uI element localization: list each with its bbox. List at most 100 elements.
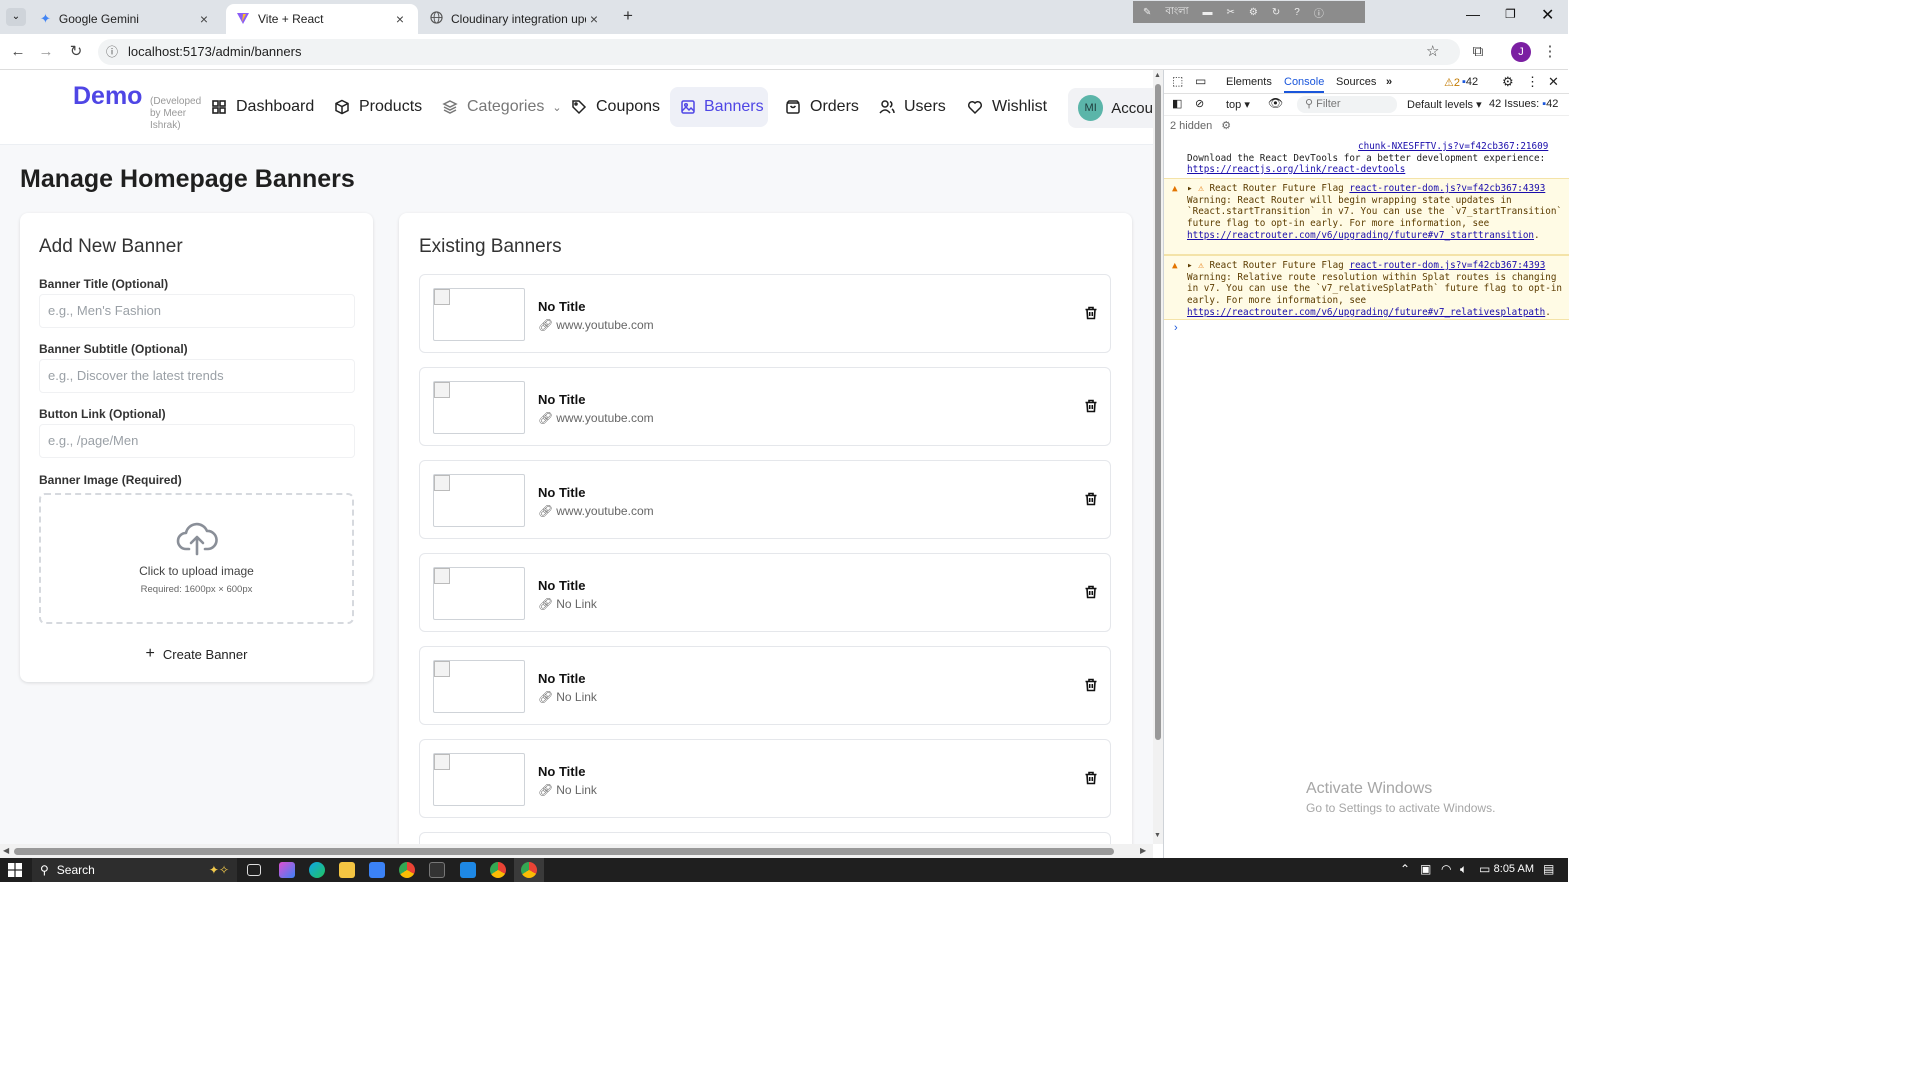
tab-search-button[interactable]: ⌄ — [6, 8, 26, 26]
clear-console-icon[interactable]: ⊘ — [1195, 97, 1204, 110]
restore-button[interactable]: ❐ — [1505, 7, 1516, 21]
close-icon[interactable]: ✕ — [1548, 74, 1559, 90]
chrome-icon[interactable] — [399, 862, 415, 878]
bookmark-star-icon[interactable]: ☆ — [1426, 39, 1439, 65]
close-icon[interactable]: × — [392, 11, 408, 27]
nav-banners[interactable]: Banners — [670, 87, 768, 127]
image-upload-dropzone[interactable]: Click to upload image Required: 1600px ×… — [39, 493, 354, 624]
edge-icon[interactable] — [309, 862, 325, 878]
minimize-button[interactable]: — — [1466, 6, 1480, 22]
vertical-scroll-thumb[interactable] — [1155, 84, 1161, 740]
language-label[interactable]: বাংলা — [1165, 4, 1188, 21]
sidebar-toggle-icon[interactable]: ◧ — [1172, 97, 1182, 110]
close-icon[interactable]: × — [586, 11, 602, 27]
trash-icon[interactable] — [1084, 492, 1100, 508]
trash-icon[interactable] — [1084, 585, 1100, 601]
device-toggle-icon[interactable]: ▭ — [1195, 74, 1206, 88]
source-link[interactable]: chunk-NXESFFTV.js?v=f42cb367:21609 — [1358, 141, 1548, 152]
context-select[interactable]: top ▾ — [1226, 98, 1250, 111]
task-view-icon[interactable] — [247, 864, 261, 876]
scroll-left-arrow[interactable]: ◀ — [3, 846, 9, 855]
console-warning[interactable]: ▲ ▸ ⚠ React Router Future Flag react-rou… — [1164, 255, 1569, 320]
windows-start-icon[interactable] — [8, 863, 22, 877]
nav-coupons[interactable]: Coupons — [560, 87, 670, 127]
new-tab-button[interactable]: + — [618, 6, 638, 26]
info-icon[interactable]: ⓘ — [1314, 5, 1324, 20]
vscode-icon[interactable] — [460, 862, 476, 878]
clock-time[interactable]: 8:05 AM — [1482, 863, 1534, 875]
tool-icon[interactable]: ✂ — [1227, 7, 1235, 18]
forward-button[interactable]: → — [36, 42, 56, 62]
nav-products[interactable]: Products — [323, 87, 432, 127]
expand-arrow-icon[interactable]: ▸ — [1187, 260, 1193, 271]
warning-source[interactable]: react-router-dom.js?v=f42cb367:4393 — [1349, 260, 1545, 271]
keyboard-icon[interactable]: ▬ — [1203, 7, 1213, 18]
react-devtools-link[interactable]: https://reactjs.org/link/react-devtools — [1187, 164, 1405, 175]
vertical-scrollbar[interactable]: ▲ ▼ — [1153, 70, 1163, 844]
close-icon[interactable]: × — [196, 11, 212, 27]
nav-users[interactable]: Users — [868, 87, 956, 127]
tab-elements[interactable]: Elements — [1226, 76, 1272, 88]
site-info-icon[interactable]: ⓘ — [106, 39, 118, 65]
nav-dashboard[interactable]: Dashboard — [200, 87, 324, 127]
help-icon[interactable]: ? — [1294, 7, 1300, 18]
tab-google-gemini[interactable]: ✦ Google Gemini × — [30, 4, 222, 34]
nav-categories[interactable]: Categories ⌄ — [431, 87, 572, 127]
profile-avatar[interactable]: J — [1511, 42, 1531, 62]
warning-source[interactable]: react-router-dom.js?v=f42cb367:4393 — [1349, 183, 1545, 194]
brand-logo[interactable]: Demo — [73, 82, 142, 111]
nav-orders[interactable]: Orders — [774, 87, 869, 127]
console-warning[interactable]: ▲ ▸ ⚠ React Router Future Flag react-rou… — [1164, 178, 1569, 255]
warning-url[interactable]: https://reactrouter.com/v6/upgrading/fut… — [1187, 230, 1534, 241]
active-app-highlight[interactable] — [514, 858, 544, 882]
scroll-down-arrow[interactable]: ▼ — [1154, 832, 1161, 839]
volume-icon[interactable]: 🔈︎ — [1460, 862, 1467, 877]
trash-icon[interactable] — [1084, 399, 1100, 415]
chrome-icon[interactable] — [490, 862, 506, 878]
account-menu[interactable]: MI Accou — [1068, 88, 1153, 128]
trash-icon[interactable] — [1084, 306, 1100, 322]
console-prompt[interactable]: › — [1174, 322, 1178, 334]
window-close-button[interactable]: ✕ — [1541, 5, 1554, 25]
store-icon[interactable] — [369, 862, 385, 878]
address-bar[interactable]: ⓘ localhost:5173/admin/banners ☆ — [98, 39, 1460, 65]
terminal-icon[interactable] — [429, 862, 445, 878]
trash-icon[interactable] — [1084, 678, 1100, 694]
tab-sources[interactable]: Sources — [1336, 76, 1376, 88]
eye-icon[interactable]: 👁︎ — [1268, 96, 1283, 110]
nav-wishlist[interactable]: Wishlist — [956, 87, 1057, 127]
extensions-icon[interactable]: ⧉ — [1468, 42, 1488, 62]
banner-title-input[interactable]: e.g., Men's Fashion — [39, 294, 355, 328]
warning-url[interactable]: https://reactrouter.com/v6/upgrading/fut… — [1187, 307, 1545, 318]
copilot-icon[interactable] — [279, 862, 295, 878]
levels-select[interactable]: Default levels ▾ — [1407, 98, 1482, 111]
inspect-icon[interactable]: ⬚ — [1172, 74, 1183, 88]
reload-button[interactable]: ↻ — [66, 42, 86, 62]
create-banner-button[interactable]: + Create Banner — [39, 641, 354, 667]
kebab-menu-icon[interactable]: ⋮ — [1526, 74, 1539, 90]
expand-arrow-icon[interactable]: ▸ — [1187, 183, 1193, 194]
lang-switch-icon[interactable]: ✎ — [1143, 7, 1151, 18]
warning-count[interactable]: ⚠2 — [1444, 76, 1460, 89]
scroll-up-arrow[interactable]: ▲ — [1154, 72, 1161, 79]
horizontal-scroll-thumb[interactable] — [14, 848, 1114, 855]
scroll-right-arrow[interactable]: ▶ — [1140, 846, 1146, 855]
back-button[interactable]: ← — [8, 42, 28, 62]
file-explorer-icon[interactable] — [339, 862, 355, 878]
tab-cloudinary[interactable]: Cloudinary integration update × — [420, 4, 612, 34]
tab-console[interactable]: Console — [1284, 76, 1325, 93]
banner-subtitle-input[interactable]: e.g., Discover the latest trends — [39, 359, 355, 393]
message-count[interactable]: ▪42 — [1462, 76, 1478, 88]
settings-icon[interactable]: ⚙ — [1249, 7, 1258, 18]
notification-icon[interactable]: ▤ — [1543, 862, 1554, 876]
more-tabs-icon[interactable]: » — [1386, 76, 1392, 88]
issues-counter[interactable]: 42 Issues: ▪42 — [1489, 98, 1558, 110]
horizontal-scrollbar[interactable]: ◀ ▶ — [0, 844, 1153, 858]
wifi-icon[interactable]: ◠ — [1441, 862, 1451, 876]
tab-vite-react[interactable]: Vite + React × — [226, 4, 418, 34]
tray-chevron-icon[interactable]: ⌃ — [1400, 862, 1410, 876]
settings-icon[interactable]: ⚙ — [1502, 74, 1514, 90]
taskbar-search[interactable]: ⚲ Search ✦✧ — [32, 858, 237, 882]
button-link-input[interactable]: e.g., /page/Men — [39, 424, 355, 458]
trash-icon[interactable] — [1084, 771, 1100, 787]
